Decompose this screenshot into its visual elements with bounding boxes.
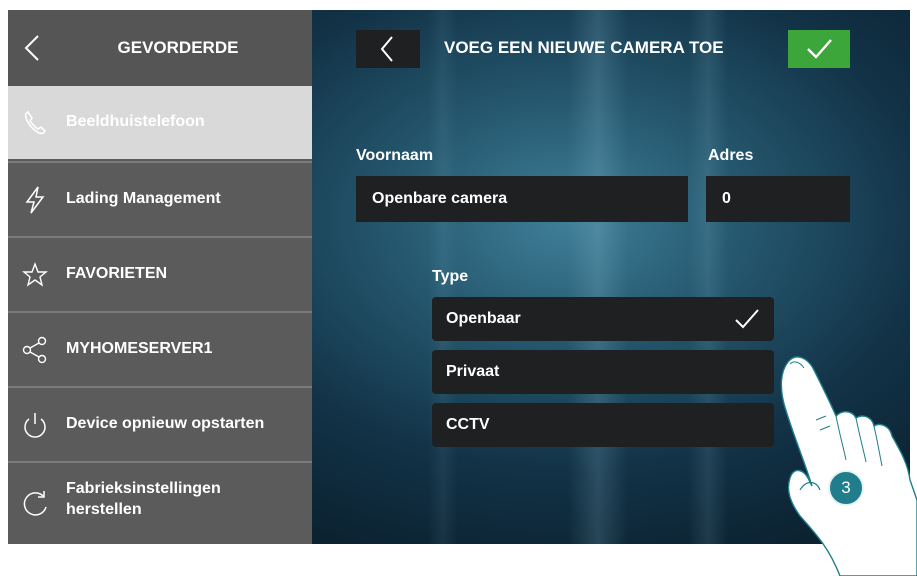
confirm-button[interactable]	[788, 30, 850, 68]
type-option-label: Openbaar	[446, 310, 521, 327]
sidebar-item-label: MYHOMESERVER1	[66, 340, 213, 357]
type-option-label: CCTV	[446, 416, 490, 433]
power-icon	[20, 410, 50, 440]
sidebar-item-device-restart[interactable]: Device opnieuw opstarten	[8, 386, 312, 461]
sidebar-item-label: Lading Management	[66, 190, 221, 207]
checkmark-icon	[735, 309, 759, 329]
address-field[interactable]: 0	[706, 176, 850, 222]
address-label: Adres	[708, 147, 754, 164]
chevron-left-icon	[380, 36, 393, 62]
sidebar-item-beeldhuistelefoon[interactable]: Beeldhuistelefoon	[8, 86, 312, 159]
sidebar-item-label: Beeldhuistelefoon	[66, 113, 205, 130]
sidebar-item-label: Device opnieuw opstarten	[66, 415, 265, 432]
chevron-left-icon	[24, 35, 39, 61]
type-label: Type	[432, 268, 469, 285]
type-option-openbaar[interactable]: Openbaar	[432, 297, 774, 341]
share-icon	[20, 335, 50, 365]
phone-icon	[20, 108, 50, 138]
name-field[interactable]: Openbare camera	[356, 176, 688, 222]
page-title: VOEG EEN NIEUWE CAMERA TOE	[444, 38, 724, 57]
sidebar-item-favorieten[interactable]: FAVORIETEN	[8, 236, 312, 311]
reset-icon	[20, 489, 50, 519]
sidebar-item-label: FAVORIETEN	[66, 265, 168, 282]
tap-hand-illustration	[780, 356, 917, 576]
name-label: Voornaam	[356, 147, 434, 164]
background-light-streak	[688, 10, 728, 544]
sidebar: GEVORDERDE Beeldhuistelefoon Lading Mana…	[8, 10, 312, 544]
sidebar-header: GEVORDERDE	[8, 10, 312, 86]
back-button[interactable]	[356, 30, 420, 68]
background-light-streak	[568, 10, 628, 544]
lightning-icon	[20, 185, 50, 215]
sidebar-back-button[interactable]	[22, 34, 44, 62]
checkmark-icon	[807, 39, 832, 59]
type-option-cctv[interactable]: CCTV	[432, 403, 774, 447]
sidebar-item-label: Fabrieksinstellingen herstellen	[66, 480, 221, 518]
star-icon	[20, 260, 50, 290]
type-option-privaat[interactable]: Privaat	[432, 350, 774, 394]
sidebar-item-factory-reset[interactable]: Fabrieksinstellingen herstellen	[8, 461, 312, 544]
sidebar-title: GEVORDERDE	[117, 38, 239, 57]
step-badge: 3	[828, 470, 864, 506]
sidebar-item-myhomeserver1[interactable]: MYHOMESERVER1	[8, 311, 312, 386]
type-option-label: Privaat	[446, 363, 500, 380]
sidebar-item-lading-management[interactable]: Lading Management	[8, 161, 312, 236]
